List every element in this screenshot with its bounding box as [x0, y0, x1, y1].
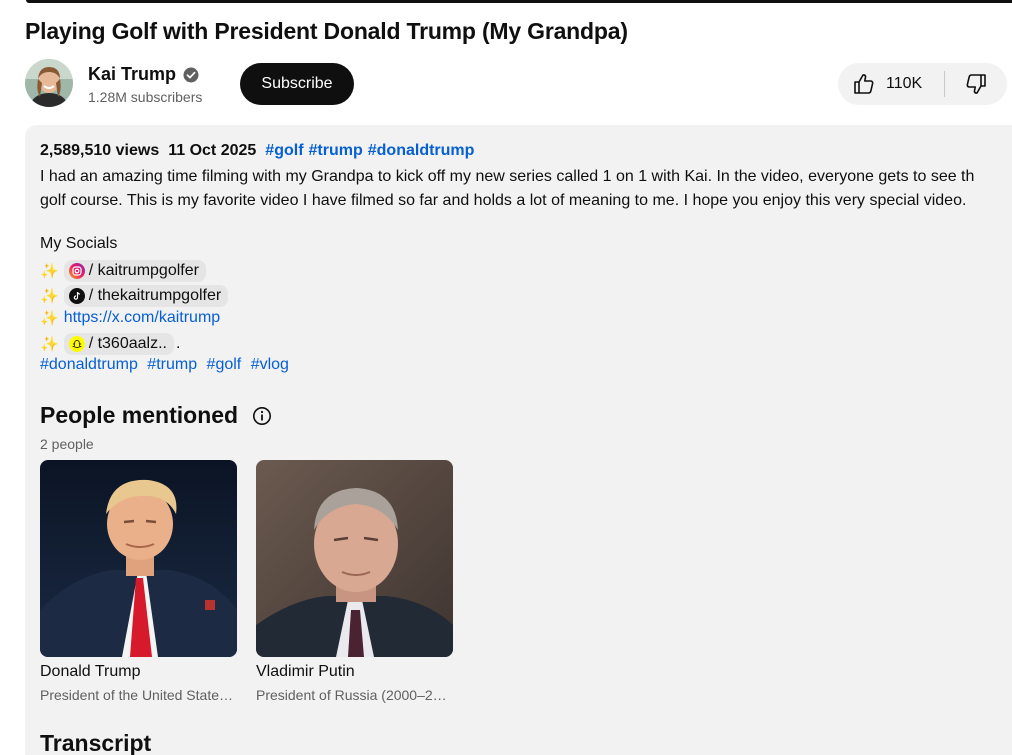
hashtag-link[interactable]: #golf — [207, 356, 242, 373]
tiktok-icon — [68, 288, 85, 304]
people-mentioned-title: People mentioned — [40, 402, 239, 428]
person-name[interactable]: Vladimir Putin — [256, 663, 453, 681]
snapchat-handle[interactable]: / t360aalz.. — [89, 335, 167, 353]
video-meta-line: 2,589,510 views 11 Oct 2025 #golf #trump… — [40, 142, 479, 160]
people-mentioned-heading: People mentioned — [40, 402, 272, 429]
channel-name[interactable]: Kai Trump — [88, 64, 176, 85]
verified-badge-icon — [183, 67, 199, 82]
like-button[interactable]: 110K — [838, 63, 944, 105]
upload-date: 11 Oct 2025 — [168, 142, 257, 159]
description-line: golf course. This is my favorite video I… — [40, 192, 967, 209]
person-name[interactable]: Donald Trump — [40, 663, 237, 681]
person-role: President of the United States (2017–202… — [40, 687, 237, 703]
dislike-button[interactable] — [945, 63, 1007, 105]
channel-name-row[interactable]: Kai Trump — [88, 64, 199, 85]
hashtag-link[interactable]: #vlog — [251, 356, 289, 373]
channel-avatar[interactable] — [25, 59, 73, 107]
instagram-icon — [68, 263, 85, 279]
info-icon[interactable] — [252, 406, 272, 426]
x-profile-link[interactable]: https://x.com/kaitrump — [64, 309, 221, 327]
view-count: 2,589,510 views — [40, 142, 160, 159]
like-count: 110K — [886, 75, 923, 92]
tiktok-chip[interactable]: / thekaitrumpgolfer — [63, 285, 229, 307]
hashtag-link[interactable]: #donaldtrump — [368, 142, 475, 160]
hashtag-link[interactable]: #trump — [309, 142, 363, 160]
social-row-instagram: ✨ / kaitrumpgolfer — [40, 260, 206, 282]
subscriber-count: 1.28M subscribers — [88, 89, 203, 105]
person-photo[interactable] — [40, 460, 237, 657]
snapchat-chip[interactable]: / t360aalz.. — [63, 333, 174, 355]
social-row-snapchat: ✨ / t360aalz.. . — [40, 333, 180, 355]
hashtag-link[interactable]: #golf — [265, 142, 303, 160]
person-card-donald-trump[interactable]: Donald Trump President of the United Sta… — [40, 460, 237, 703]
sparkle-icon: ✨ — [40, 336, 59, 353]
person-photo[interactable] — [256, 460, 453, 657]
description-line: I had an amazing time filming with my Gr… — [40, 168, 975, 185]
instagram-chip[interactable]: / kaitrumpgolfer — [63, 260, 206, 282]
thumbs-down-icon — [966, 74, 986, 94]
social-row-x: ✨ https://x.com/kaitrump — [40, 309, 220, 327]
hashtag-link[interactable]: #donaldtrump — [40, 356, 138, 373]
transcript-heading: Transcript — [40, 730, 152, 755]
person-card-vladimir-putin[interactable]: Vladimir Putin President of Russia (2000… — [256, 460, 453, 703]
video-player-edge — [26, 0, 1012, 3]
socials-heading: My Socials — [40, 235, 118, 252]
description-text: I had an amazing time filming with my Gr… — [40, 165, 1012, 213]
sparkle-icon: ✨ — [40, 263, 59, 280]
snapchat-icon — [68, 336, 85, 352]
thumbs-up-icon — [854, 74, 874, 94]
sparkle-icon: ✨ — [40, 288, 59, 305]
hashtag-link[interactable]: #trump — [147, 356, 197, 373]
instagram-handle[interactable]: / kaitrumpgolfer — [89, 262, 199, 280]
tiktok-handle[interactable]: / thekaitrumpgolfer — [89, 287, 222, 305]
snapchat-suffix: . — [175, 335, 181, 352]
people-count: 2 people — [40, 436, 94, 452]
social-row-tiktok: ✨ / thekaitrumpgolfer — [40, 285, 229, 307]
subscribe-button[interactable]: Subscribe — [240, 63, 354, 105]
video-title: Playing Golf with President Donald Trump… — [25, 18, 628, 44]
sparkle-icon: ✨ — [40, 310, 59, 327]
person-role: President of Russia (2000–2008, 2012–pre… — [256, 687, 453, 703]
like-dislike-group: 110K — [838, 63, 1007, 105]
description-hashtags: #donaldtrump #trump #golf #vlog — [40, 356, 294, 374]
